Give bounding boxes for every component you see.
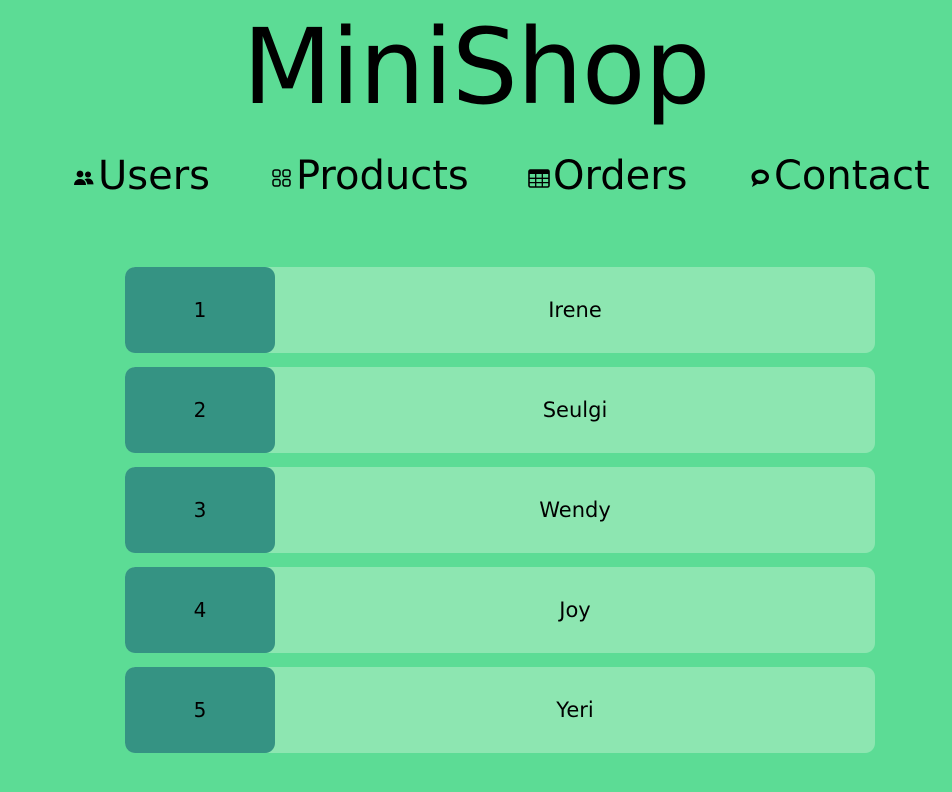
chat-icon [748, 166, 772, 190]
user-id: 4 [125, 567, 275, 653]
list-item[interactable]: 4 Joy [125, 567, 875, 653]
nav-item-orders[interactable]: Orders [527, 148, 688, 204]
user-list: 1 Irene 2 Seulgi 3 Wendy 4 Joy 5 Yeri [125, 267, 875, 767]
nav-item-contact[interactable]: Contact [748, 148, 930, 204]
user-id: 2 [125, 367, 275, 453]
list-item[interactable]: 3 Wendy [125, 467, 875, 553]
grid-icon [270, 166, 294, 190]
main-nav: Users Products Orders Contact [0, 148, 952, 204]
list-item[interactable]: 2 Seulgi [125, 367, 875, 453]
user-name: Wendy [539, 498, 611, 522]
user-id: 1 [125, 267, 275, 353]
list-item[interactable]: 1 Irene [125, 267, 875, 353]
table-icon [527, 166, 551, 190]
users-icon [72, 166, 96, 190]
nav-item-label: Users [98, 153, 211, 199]
list-item[interactable]: 5 Yeri [125, 667, 875, 753]
nav-item-products[interactable]: Products [270, 148, 469, 204]
user-name: Joy [559, 598, 591, 622]
nav-item-label: Orders [553, 153, 688, 199]
nav-item-label: Products [296, 153, 469, 199]
nav-item-users[interactable]: Users [72, 148, 210, 204]
user-name: Yeri [556, 698, 594, 722]
user-id: 3 [125, 467, 275, 553]
user-id: 5 [125, 667, 275, 753]
user-name: Irene [548, 298, 602, 322]
nav-item-label: Contact [774, 153, 930, 199]
user-name: Seulgi [542, 398, 608, 422]
page-title: MiniShop [242, 6, 710, 128]
